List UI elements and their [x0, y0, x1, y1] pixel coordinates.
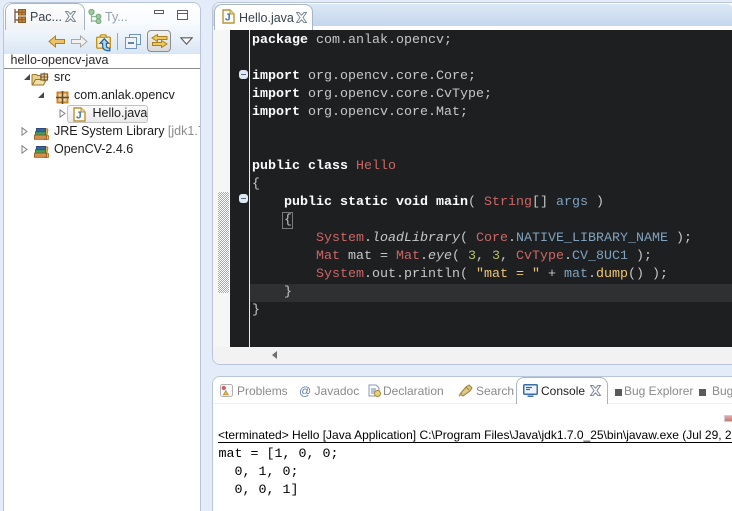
svg-text:J: J — [225, 13, 231, 24]
svg-text:J: J — [76, 110, 82, 121]
